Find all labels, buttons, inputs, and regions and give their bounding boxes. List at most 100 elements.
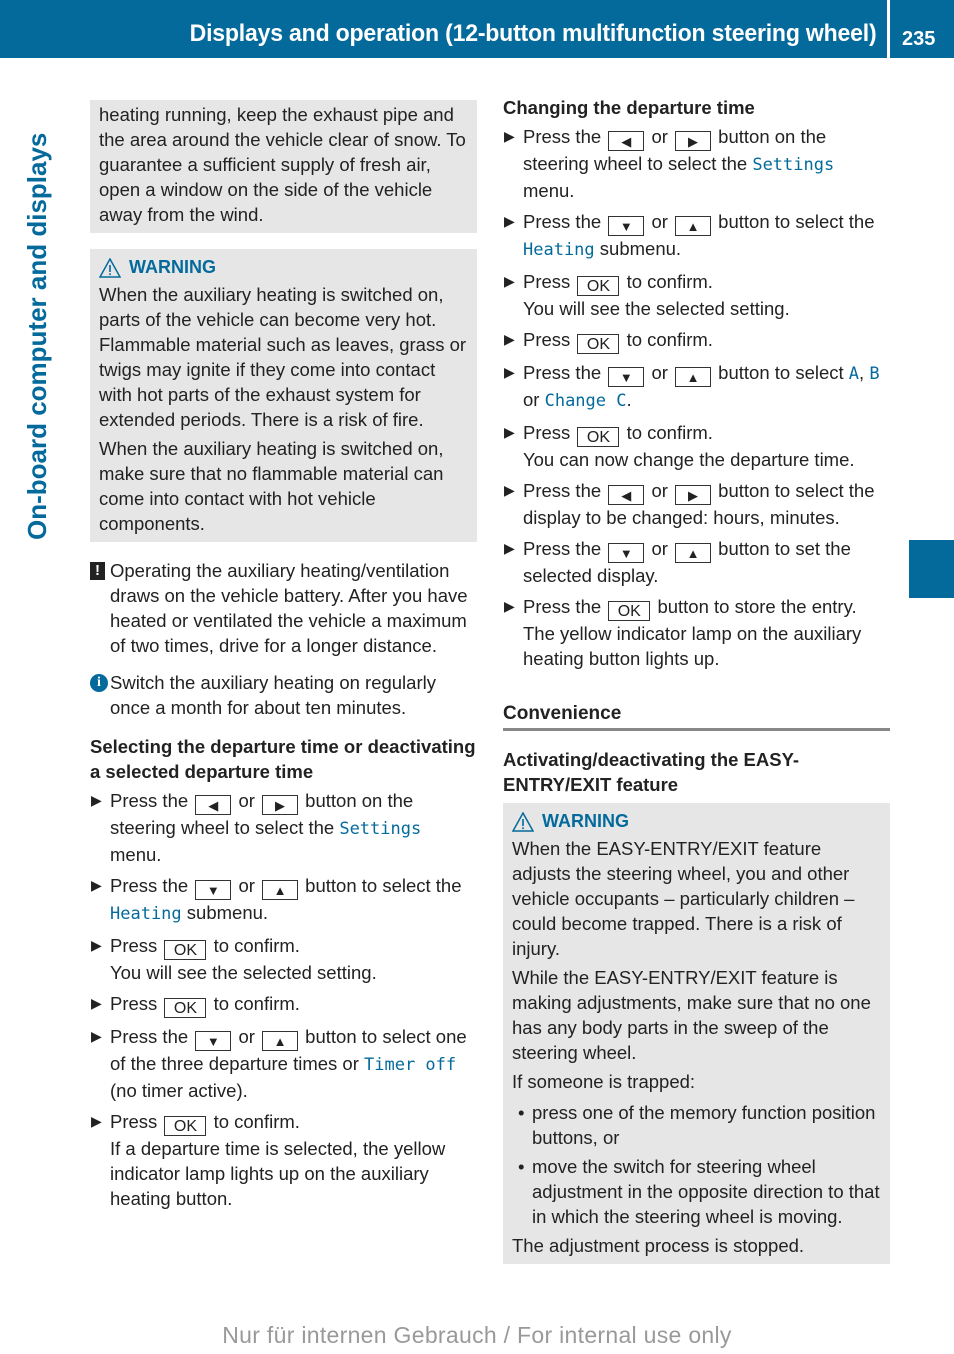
warning-text: While the EASY-ENTRY/EXIT feature is mak…	[512, 967, 871, 1063]
warning-text: If someone is trapped:	[512, 1071, 696, 1092]
caution-note: ! Operating the auxiliary heating/ventil…	[90, 558, 477, 658]
step-arrow-icon: ▶	[504, 598, 515, 614]
step-text: button to select the	[718, 211, 875, 232]
step-list: ▶ Press the ◀ or ▶ button on the steerin…	[90, 788, 477, 1211]
down-key: ▼	[608, 216, 645, 236]
step-item: ▶ Press OK to confirm. You will see the …	[503, 269, 890, 321]
bullet-item: move the switch for steering wheel adjus…	[512, 1154, 881, 1229]
step-text: or	[651, 211, 668, 232]
step-text: submenu.	[599, 238, 682, 259]
menu-name: Timer off	[364, 1055, 457, 1075]
step-item: ▶ Press the ◀ or ▶ button on the steerin…	[90, 788, 477, 867]
step-arrow-icon: ▶	[91, 792, 102, 808]
step-text: or	[651, 480, 668, 501]
down-key: ▼	[608, 543, 645, 563]
step-arrow-icon: ▶	[91, 995, 102, 1011]
step-item: ▶ Press the OK button to store the entry…	[503, 594, 890, 671]
step-arrow-icon: ▶	[91, 1113, 102, 1129]
section-heading-changing-departure: Changing the departure time	[503, 97, 755, 118]
continued-note-box: heating running, keep the exhaust pipe a…	[90, 100, 477, 233]
step-text: Press the	[110, 875, 189, 896]
step-text: Press the	[523, 211, 602, 232]
side-tab-label: On-board computer and displays	[22, 132, 52, 540]
warning-text: When the auxiliary heating is switched o…	[99, 438, 444, 534]
right-column: Changing the departure time ▶ Press the …	[503, 95, 890, 1264]
down-key: ▼	[608, 367, 645, 387]
step-text: or	[651, 126, 668, 147]
option-a: A	[848, 364, 860, 384]
page-number: 235	[902, 28, 936, 50]
menu-name: Settings	[339, 819, 422, 839]
step-text: to confirm.	[213, 935, 300, 956]
step-text: menu.	[523, 180, 575, 201]
warning-triangle-icon	[512, 811, 534, 832]
step-text: Press the	[110, 790, 189, 811]
up-key: ▲	[262, 1031, 299, 1051]
step-result: You can now change the departure time.	[523, 449, 855, 470]
step-arrow-icon: ▶	[504, 213, 515, 229]
step-item: ▶ Press the ◀ or ▶ button to select the …	[503, 478, 890, 530]
step-text: to confirm.	[626, 329, 713, 350]
page-header: Displays and operation (12-button multif…	[0, 0, 954, 58]
side-tab-marker	[909, 540, 954, 598]
step-item: ▶ Press OK to confirm.	[503, 327, 890, 354]
right-key: ▶	[675, 485, 712, 505]
step-text: (no timer active).	[110, 1080, 248, 1101]
section-heading-select-departure: Selecting the departure time or deactiva…	[90, 736, 476, 782]
ok-key: OK	[164, 998, 207, 1018]
header-title: Displays and operation (12-button multif…	[189, 20, 876, 47]
step-result: If a departure time is selected, the yel…	[110, 1138, 446, 1209]
warning-text: When the EASY-ENTRY/EXIT feature adjusts…	[512, 838, 855, 959]
step-text: Press the	[523, 362, 602, 383]
ok-key: OK	[577, 276, 620, 296]
step-item: ▶ Press the ▼ or ▲ button to select A, B…	[503, 360, 890, 414]
step-arrow-icon: ▶	[504, 540, 515, 556]
step-text: Press	[523, 329, 571, 350]
ok-key: OK	[164, 1116, 207, 1136]
info-icon: i	[90, 674, 108, 692]
ok-key: OK	[577, 334, 620, 354]
step-text: or	[238, 790, 255, 811]
step-item: ▶ Press the ▼ or ▲ button to select one …	[90, 1024, 477, 1103]
step-text: button to store the entry.	[657, 596, 857, 617]
ok-key: OK	[577, 427, 620, 447]
step-item: ▶ Press the ▼ or ▲ button to select the …	[90, 873, 477, 927]
step-text: to confirm.	[213, 1111, 300, 1132]
ok-key: OK	[608, 601, 651, 621]
warning-label: WARNING	[542, 811, 629, 831]
step-arrow-icon: ▶	[504, 482, 515, 498]
menu-name: Heating	[523, 240, 595, 260]
step-text: Press the	[523, 596, 602, 617]
ok-key: OK	[164, 940, 207, 960]
step-text: Press	[523, 422, 571, 443]
step-arrow-icon: ▶	[91, 937, 102, 953]
exclamation-icon: !	[90, 562, 105, 580]
easy-entry-heading: Activating/deactivating the EASY-ENTRY/E…	[503, 749, 800, 795]
left-key: ◀	[195, 795, 232, 815]
step-item: ▶ Press OK to confirm. If a departure ti…	[90, 1109, 477, 1211]
step-result: You will see the selected setting.	[110, 962, 377, 983]
step-text: button to select the	[305, 875, 462, 896]
warning-triangle-icon	[99, 257, 121, 278]
caution-text: Operating the auxiliary heating/ventilat…	[110, 560, 468, 656]
step-arrow-icon: ▶	[91, 877, 102, 893]
step-item: ▶ Press OK to confirm. You can now chang…	[503, 420, 890, 472]
step-text: or	[238, 1026, 255, 1047]
step-text: Press the	[110, 1026, 189, 1047]
step-text: or	[651, 362, 668, 383]
warning-label: WARNING	[129, 257, 216, 277]
step-item: ▶ Press the ▼ or ▲ button to select the …	[503, 209, 890, 263]
step-arrow-icon: ▶	[504, 364, 515, 380]
step-text: menu.	[110, 844, 162, 865]
up-key: ▲	[675, 543, 712, 563]
warning-box-easy-entry: WARNING When the EASY-ENTRY/EXIT feature…	[503, 803, 890, 1264]
step-text: to confirm.	[626, 271, 713, 292]
step-text: submenu.	[186, 902, 269, 923]
warning-text: When the auxiliary heating is switched o…	[99, 284, 467, 430]
up-key: ▲	[262, 880, 299, 900]
left-key: ◀	[608, 131, 645, 151]
step-arrow-icon: ▶	[504, 128, 515, 144]
step-arrow-icon: ▶	[91, 1028, 102, 1044]
step-text: Press the	[523, 126, 602, 147]
step-text: or	[651, 538, 668, 559]
